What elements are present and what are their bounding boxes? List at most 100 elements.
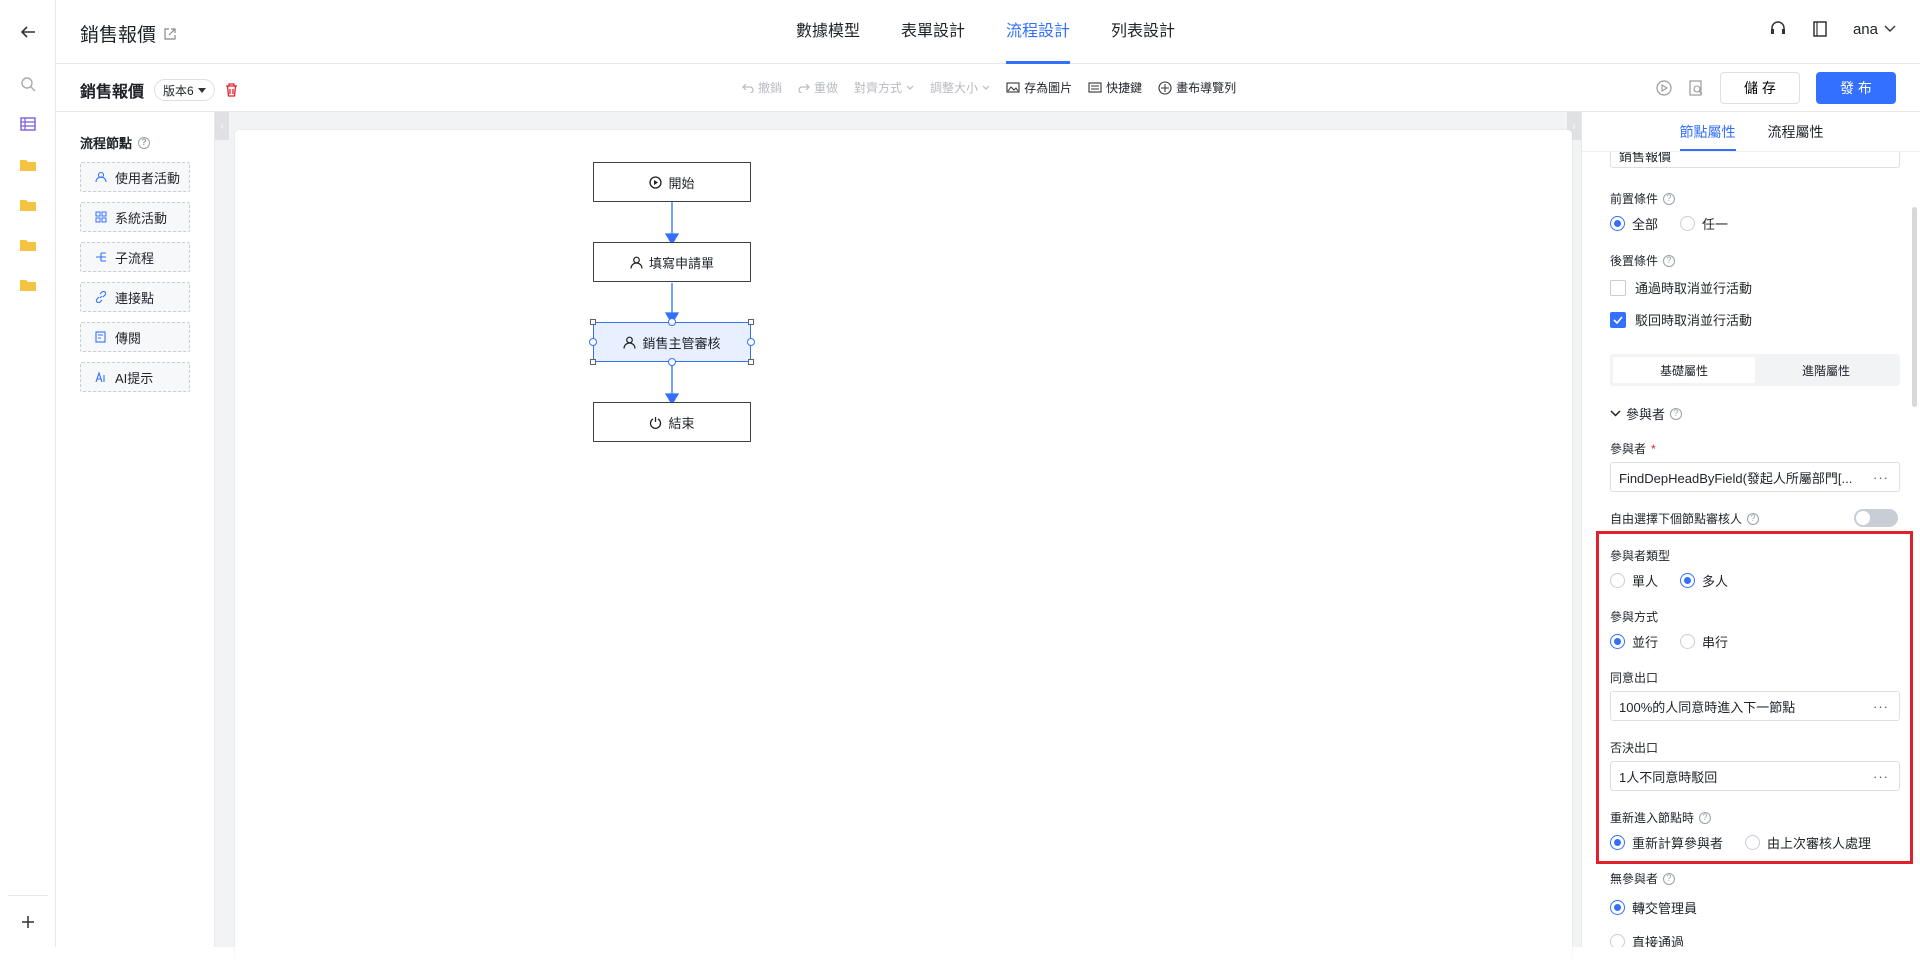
resize-dropdown[interactable]: 調整大小: [930, 79, 990, 96]
help-icon[interactable]: ?: [138, 136, 151, 149]
delete-icon[interactable]: [225, 83, 238, 97]
resize-handle[interactable]: [748, 319, 754, 325]
save-button[interactable]: 儲 存: [1720, 72, 1800, 104]
run-icon[interactable]: [1656, 80, 1672, 96]
redo-icon: [798, 83, 810, 93]
table-icon[interactable]: [16, 112, 40, 136]
folder-icon[interactable]: [16, 232, 40, 256]
more-icon[interactable]: ···: [1873, 769, 1889, 784]
tab-flow-properties[interactable]: 流程屬性: [1768, 112, 1824, 151]
agree-exit-field[interactable]: 100%的人同意時進入下一節點 ···: [1610, 691, 1900, 721]
folder-icon[interactable]: [16, 192, 40, 216]
chevron-down-icon: [906, 85, 914, 90]
radio-circle: [1680, 634, 1696, 649]
radio-any[interactable]: 任一: [1680, 214, 1728, 233]
plus-icon[interactable]: [16, 910, 40, 934]
redo-button[interactable]: 重做: [798, 79, 838, 96]
canvas-nav-button[interactable]: 畫布導覽列: [1158, 79, 1236, 96]
image-icon: [1006, 82, 1020, 93]
grid-icon: [95, 211, 107, 223]
radio-previous-reviewer[interactable]: 由上次審核人處理: [1745, 833, 1871, 852]
checkbox-label: 通過時取消並行活動: [1635, 281, 1753, 296]
keyboard-icon: [1088, 82, 1102, 93]
shortcuts-button[interactable]: 快捷鍵: [1088, 79, 1142, 96]
resize-handle[interactable]: [590, 319, 596, 325]
connection-handle[interactable]: [668, 318, 676, 326]
radio-multiple[interactable]: 多人: [1680, 571, 1728, 590]
tab-list-design[interactable]: 列表設計: [1111, 0, 1175, 64]
flow-canvas[interactable]: 開始 填寫申請單 銷售主管審核 結束: [235, 130, 1572, 960]
help-icon[interactable]: ?: [1699, 811, 1712, 824]
help-icon[interactable]: ?: [1663, 872, 1676, 885]
chevron-down-icon: [1610, 410, 1621, 417]
participant-field[interactable]: FindDepHeadByField(發起人所屬部門[... ···: [1610, 462, 1900, 492]
radio-label: 轉交管理員: [1632, 901, 1698, 916]
align-dropdown[interactable]: 對齊方式: [854, 79, 914, 96]
publish-button[interactable]: 發 布: [1816, 72, 1896, 104]
radio-pass-directly[interactable]: 直接通過: [1610, 932, 1684, 947]
segment-basic[interactable]: 基礎屬性: [1613, 357, 1755, 383]
undo-button[interactable]: 撤銷: [742, 79, 782, 96]
help-icon[interactable]: ?: [1670, 407, 1683, 420]
toolbar: 銷售報價 版本6 撤銷 重做 對齊方式 調整大小 存為圖片 快捷鍵 畫布導覽列 …: [56, 64, 1920, 112]
checkbox-cancel-on-reject[interactable]: 駁回時取消並行活動: [1610, 310, 1752, 329]
palette-item-system-activity[interactable]: 系統活動: [80, 202, 190, 232]
flow-node-end[interactable]: 結束: [593, 402, 751, 442]
connection-handle[interactable]: [589, 338, 597, 346]
palette-item-label: 傳閱: [115, 330, 142, 346]
folder-icon[interactable]: [16, 272, 40, 296]
tab-form-design[interactable]: 表單設計: [901, 0, 965, 64]
flow-node-sales-manager-review[interactable]: 銷售主管審核: [593, 322, 751, 362]
more-icon[interactable]: ···: [1873, 470, 1889, 485]
tab-flow-design[interactable]: 流程設計: [1006, 0, 1071, 64]
radio-all[interactable]: 全部: [1610, 214, 1658, 233]
connection-handle[interactable]: [668, 358, 676, 366]
resize-handle[interactable]: [590, 359, 596, 365]
free-select-toggle[interactable]: [1854, 509, 1898, 527]
palette-item-subprocess[interactable]: 子流程: [80, 242, 190, 272]
reject-exit-field[interactable]: 1人不同意時駁回 ···: [1610, 761, 1900, 791]
resize-handle[interactable]: [748, 359, 754, 365]
radio-single[interactable]: 單人: [1610, 571, 1658, 590]
external-link-icon[interactable]: [164, 27, 176, 40]
connection-handle[interactable]: [747, 338, 755, 346]
panel-tabs: 節點屬性 流程屬性: [1582, 112, 1920, 152]
reject-exit-value: 1人不同意時駁回: [1619, 769, 1718, 785]
search-icon[interactable]: [16, 72, 40, 96]
panel-scrollbar[interactable]: [1912, 207, 1917, 407]
more-icon[interactable]: ···: [1873, 699, 1889, 714]
circulate-icon: [95, 331, 106, 343]
back-arrow-icon[interactable]: [16, 20, 40, 44]
app-title-text: 銷售報價: [80, 25, 157, 46]
help-icon[interactable]: ?: [1663, 192, 1676, 205]
checkbox-cancel-on-pass[interactable]: 通過時取消並行活動: [1610, 278, 1752, 297]
palette-item-user-activity[interactable]: 使用者活動: [80, 162, 190, 192]
user-menu[interactable]: ana: [1853, 21, 1896, 38]
version-select[interactable]: 版本6: [154, 79, 215, 101]
save-image-button[interactable]: 存為圖片: [1006, 79, 1072, 96]
radio-serial[interactable]: 串行: [1680, 632, 1728, 651]
segment-advanced[interactable]: 進階屬性: [1755, 357, 1897, 383]
flow-node-start[interactable]: 開始: [593, 162, 751, 202]
tab-node-properties[interactable]: 節點屬性: [1679, 112, 1736, 151]
flow-node-fill-application[interactable]: 填寫申請單: [593, 242, 751, 282]
ai-icon: [95, 371, 105, 383]
help-icon[interactable]: ?: [1663, 254, 1676, 267]
participant-type-label: 參與者類型: [1610, 547, 1670, 564]
participants-section-title: 參與者: [1626, 407, 1666, 422]
folder-icon[interactable]: [16, 152, 40, 176]
collapse-left-icon[interactable]: ‹: [215, 112, 229, 140]
radio-label: 多人: [1702, 574, 1729, 589]
palette-item-ai-prompt[interactable]: AI提示: [80, 362, 190, 392]
headset-icon[interactable]: [1769, 20, 1787, 38]
radio-transfer-admin[interactable]: 轉交管理員: [1610, 898, 1697, 917]
inspect-icon[interactable]: [1688, 80, 1704, 96]
radio-recalculate[interactable]: 重新計算參與者: [1610, 833, 1723, 852]
palette-item-circulate[interactable]: 傳閱: [80, 322, 190, 352]
participants-section-header[interactable]: 參與者?: [1610, 404, 1683, 423]
book-icon[interactable]: [1813, 21, 1827, 37]
radio-parallel[interactable]: 並行: [1610, 632, 1658, 651]
help-icon[interactable]: ?: [1747, 512, 1760, 525]
palette-item-connector[interactable]: 連接點: [80, 282, 190, 312]
tab-data-model[interactable]: 數據模型: [796, 0, 860, 64]
